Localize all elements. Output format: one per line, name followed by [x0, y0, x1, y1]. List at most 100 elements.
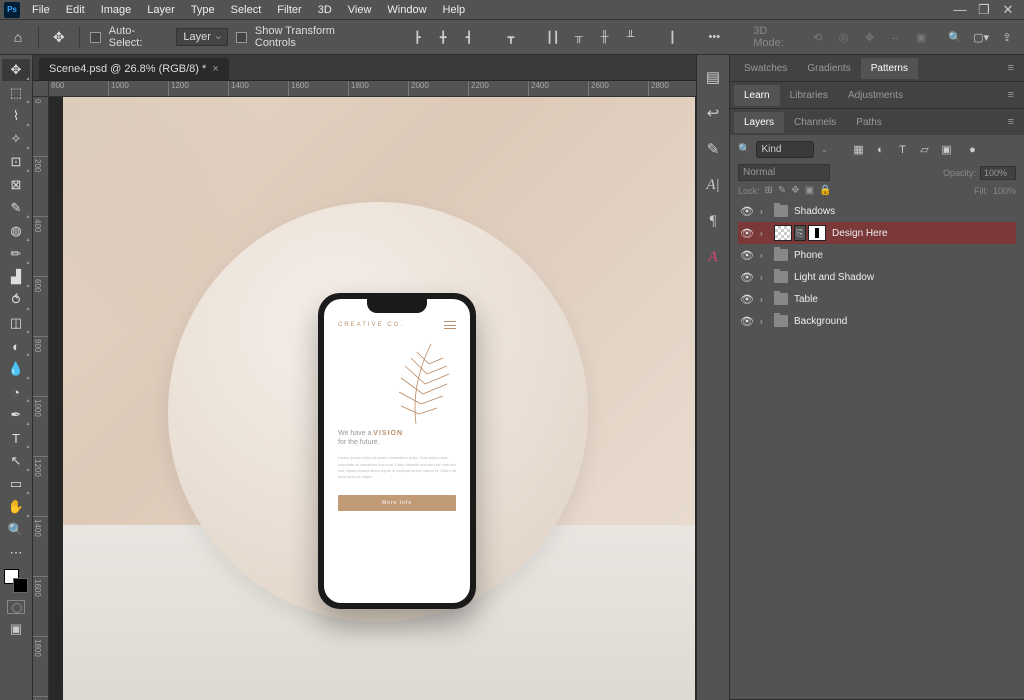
align-left-icon[interactable]: ┣ — [408, 28, 426, 46]
tab-patterns[interactable]: Patterns — [861, 58, 918, 79]
filter-pixel-icon[interactable]: ▦ — [850, 142, 866, 158]
ruler-horizontal[interactable]: 8001000120014001600180020002200240026002… — [49, 81, 696, 97]
align-center-h-icon[interactable]: ╋ — [434, 28, 452, 46]
move-tool[interactable]: ✥ — [2, 59, 30, 81]
panel-menu-icon[interactable]: ≡ — [1002, 62, 1020, 74]
close-tab-icon[interactable]: × — [212, 63, 218, 75]
menu-3d[interactable]: 3D — [310, 2, 340, 18]
visibility-icon[interactable]: 👁 — [740, 227, 754, 240]
menu-image[interactable]: Image — [93, 2, 140, 18]
paragraph-panel-icon[interactable]: ¶ — [701, 209, 725, 233]
magic-wand-tool[interactable]: ✧ — [2, 128, 30, 150]
window-minimize-icon[interactable]: — — [948, 2, 972, 17]
history-panel-icon[interactable]: ↩ — [701, 101, 725, 125]
lock-position-icon[interactable]: ✥ — [791, 185, 799, 196]
edit-toolbar-icon[interactable]: ⋯ — [2, 542, 30, 564]
align-top-icon[interactable]: ┳ — [502, 28, 520, 46]
lock-transparency-icon[interactable]: ⊞ — [765, 185, 773, 196]
zoom-tool[interactable]: 🔍 — [2, 519, 30, 541]
chevron-right-icon[interactable]: › — [760, 207, 768, 216]
layer-thumbnail[interactable] — [774, 225, 792, 241]
crop-tool[interactable]: ⊡ — [2, 151, 30, 173]
path-select-tool[interactable]: ↖ — [2, 450, 30, 472]
home-icon[interactable]: ⌂ — [8, 27, 28, 47]
search-icon[interactable]: 🔍 — [946, 28, 964, 46]
menu-select[interactable]: Select — [223, 2, 270, 18]
chevron-right-icon[interactable]: › — [760, 229, 768, 238]
quick-mask-icon[interactable] — [7, 600, 25, 614]
tab-learn[interactable]: Learn — [734, 85, 780, 106]
window-maximize-icon[interactable]: ❐ — [972, 2, 996, 18]
document-tab[interactable]: Scene4.psd @ 26.8% (RGB/8) * × — [39, 58, 229, 80]
tab-layers[interactable]: Layers — [734, 112, 784, 133]
auto-select-checkbox[interactable] — [90, 32, 101, 43]
visibility-icon[interactable]: 👁 — [740, 205, 754, 218]
pen-tool[interactable]: ✒ — [2, 404, 30, 426]
history-brush-tool[interactable]: ⥀ — [2, 289, 30, 311]
lock-all-icon[interactable]: 🔒 — [819, 185, 831, 196]
panel-menu-icon[interactable]: ≡ — [1002, 89, 1020, 101]
tab-swatches[interactable]: Swatches — [734, 58, 797, 79]
chevron-right-icon[interactable]: › — [760, 273, 768, 282]
filter-shape-icon[interactable]: ▱ — [916, 142, 932, 158]
menu-filter[interactable]: Filter — [269, 2, 309, 18]
blend-mode-select[interactable]: Normal — [738, 164, 830, 181]
tab-libraries[interactable]: Libraries — [780, 85, 838, 106]
frame-tool[interactable]: ⊠ — [2, 174, 30, 196]
visibility-icon[interactable]: 👁 — [740, 249, 754, 262]
visibility-icon[interactable]: 👁 — [740, 293, 754, 306]
marquee-tool[interactable]: ⬚ — [2, 82, 30, 104]
color-panel-icon[interactable]: ▤ — [701, 65, 725, 89]
ruler-origin[interactable] — [33, 81, 49, 97]
character-panel-icon[interactable]: A| — [701, 173, 725, 197]
filter-toggle-icon[interactable]: ● — [964, 142, 980, 158]
opacity-input[interactable]: 100% — [980, 166, 1016, 180]
lock-image-icon[interactable]: ✎ — [778, 185, 786, 196]
layer-row[interactable]: 👁 › Shadows — [738, 200, 1016, 222]
blur-tool[interactable]: 💧 — [2, 358, 30, 380]
layer-row[interactable]: 👁 › Light and Shadow — [738, 266, 1016, 288]
share-icon[interactable]: ⇪ — [998, 28, 1016, 46]
tab-gradients[interactable]: Gradients — [797, 58, 860, 79]
layer-row[interactable]: 👁 › ⎘ Design Here — [738, 222, 1016, 244]
chevron-down-icon[interactable]: ⌄ — [820, 144, 834, 155]
layer-row[interactable]: 👁 › Phone — [738, 244, 1016, 266]
menu-help[interactable]: Help — [435, 2, 474, 18]
distribute-v-icon[interactable]: ╫ — [596, 28, 614, 46]
menu-edit[interactable]: Edit — [58, 2, 93, 18]
window-close-icon[interactable]: ✕ — [996, 2, 1020, 18]
visibility-icon[interactable]: 👁 — [740, 271, 754, 284]
distribute-h-icon[interactable]: ┃┃ — [544, 28, 562, 46]
type-tool[interactable]: T — [2, 427, 30, 449]
menu-view[interactable]: View — [340, 2, 380, 18]
lock-artboard-icon[interactable]: ▣ — [805, 185, 814, 196]
layer-mask-thumbnail[interactable] — [808, 225, 826, 241]
menu-window[interactable]: Window — [379, 2, 434, 18]
chevron-right-icon[interactable]: › — [760, 251, 768, 260]
chevron-right-icon[interactable]: › — [760, 317, 768, 326]
transform-checkbox[interactable] — [236, 32, 247, 43]
distribute-top-icon[interactable]: ╥ — [570, 28, 588, 46]
ruler-vertical[interactable]: 0200400600800100012001400160018002000220… — [33, 97, 49, 700]
menu-layer[interactable]: Layer — [139, 2, 183, 18]
workspace-icon[interactable]: ▢▾ — [972, 28, 990, 46]
color-swatches[interactable] — [4, 569, 28, 593]
auto-select-dropdown[interactable]: Layer — [176, 28, 228, 46]
menu-file[interactable]: File — [24, 2, 58, 18]
filter-type-icon[interactable]: T — [894, 142, 910, 158]
brush-panel-icon[interactable]: ✎ — [701, 137, 725, 161]
canvas[interactable]: CREATIVE CO. We have a VISIONfor the fut… — [49, 97, 696, 700]
distribute-bottom-icon[interactable]: ╨ — [622, 28, 640, 46]
layer-row[interactable]: 👁 › Table — [738, 288, 1016, 310]
shape-tool[interactable]: ▭ — [2, 473, 30, 495]
dodge-tool[interactable]: ◔ — [2, 381, 30, 403]
eraser-tool[interactable]: ◫ — [2, 312, 30, 334]
filter-adjustment-icon[interactable]: ◐ — [872, 142, 888, 158]
layer-row[interactable]: 👁 › Background — [738, 310, 1016, 332]
healing-tool[interactable]: ◍ — [2, 220, 30, 242]
layer-filter-select[interactable]: Kind — [756, 141, 814, 158]
visibility-icon[interactable]: 👁 — [740, 315, 754, 328]
tab-channels[interactable]: Channels — [784, 112, 846, 133]
chevron-right-icon[interactable]: › — [760, 295, 768, 304]
panel-menu-icon[interactable]: ≡ — [1002, 116, 1020, 128]
